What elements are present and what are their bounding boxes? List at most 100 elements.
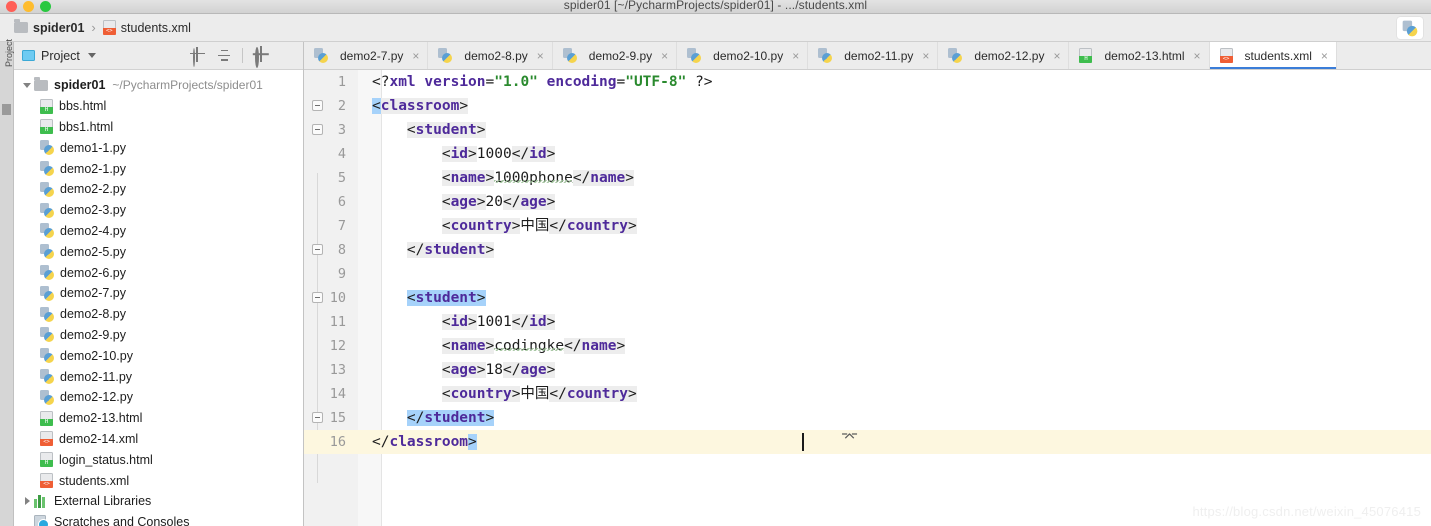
close-icon[interactable]: × bbox=[537, 50, 544, 62]
code-line-text: <student> bbox=[406, 290, 486, 306]
tree-item-demo2-1-py[interactable]: demo2-1.py bbox=[14, 158, 303, 179]
python-icon bbox=[40, 244, 54, 260]
code-line-11[interactable]: 11 <id>1001</id> bbox=[304, 310, 1431, 334]
close-icon[interactable]: × bbox=[1053, 50, 1060, 62]
tree-item-demo1-1-py[interactable]: demo1-1.py bbox=[14, 137, 303, 158]
python-icon bbox=[438, 48, 453, 63]
breadcrumb-project[interactable]: spider01 bbox=[14, 19, 85, 35]
project-panel-header: Project bbox=[14, 42, 303, 70]
tree-item-demo2-3-py[interactable]: demo2-3.py bbox=[14, 200, 303, 221]
tree-item-demo2-11-py[interactable]: demo2-11.py bbox=[14, 366, 303, 387]
structure-tool-marker[interactable] bbox=[2, 104, 11, 115]
close-icon[interactable]: × bbox=[661, 50, 668, 62]
tab-label: students.xml bbox=[1244, 48, 1312, 63]
code-line-7[interactable]: 7 <country>中国</country> bbox=[304, 214, 1431, 238]
tree-item-label: demo2-11.py bbox=[60, 369, 133, 384]
minimize-icon[interactable] bbox=[279, 49, 293, 63]
html-icon bbox=[40, 119, 53, 135]
python-icon bbox=[40, 327, 54, 343]
tree-item-path-hint: ~/PycharmProjects/spider01 bbox=[112, 78, 263, 93]
tab-demo2-8-py[interactable]: demo2-8.py × bbox=[428, 42, 553, 69]
code-line-8[interactable]: 8 </student> bbox=[304, 238, 1431, 262]
code-line-14[interactable]: 14 <country>中国</country> bbox=[304, 382, 1431, 406]
tree-item-demo2-10-py[interactable]: demo2-10.py bbox=[14, 345, 303, 366]
code-line-text: <?xml version="1.0" encoding="UTF-8" ?> bbox=[372, 74, 713, 90]
breadcrumb-project-label: spider01 bbox=[33, 20, 85, 35]
code-line-text: <country>中国</country> bbox=[441, 386, 637, 402]
tree-item-demo2-7-py[interactable]: demo2-7.py bbox=[14, 283, 303, 304]
python-icon bbox=[40, 223, 54, 239]
tab-demo2-12-py[interactable]: demo2-12.py × bbox=[938, 42, 1070, 69]
tree-item-demo2-13-html[interactable]: demo2-13.html bbox=[14, 408, 303, 429]
tree-item-demo2-5-py[interactable]: demo2-5.py bbox=[14, 241, 303, 262]
tab-demo2-13-html[interactable]: demo2-13.html × bbox=[1069, 42, 1210, 69]
code-line-text: </classroom> bbox=[372, 434, 477, 450]
project-panel-title[interactable]: Project bbox=[22, 49, 96, 63]
tree-item-demo2-9-py[interactable]: demo2-9.py bbox=[14, 325, 303, 346]
tree-item-label: demo2-1.py bbox=[60, 161, 127, 176]
tab-demo2-9-py[interactable]: demo2-9.py × bbox=[553, 42, 678, 69]
breadcrumb-file[interactable]: students.xml bbox=[102, 20, 191, 35]
chevron-down-icon[interactable] bbox=[87, 53, 96, 58]
tree-item-spider01[interactable]: spider01 ~/PycharmProjects/spider01 bbox=[14, 75, 303, 96]
tree-item-bbs1-html[interactable]: bbs1.html bbox=[14, 117, 303, 138]
code-line-9[interactable]: 9 bbox=[304, 262, 1431, 286]
tree-item-demo2-6-py[interactable]: demo2-6.py bbox=[14, 262, 303, 283]
tab-label: demo2-13.html bbox=[1104, 48, 1185, 63]
tree-item-demo2-8-py[interactable]: demo2-8.py bbox=[14, 304, 303, 325]
tree-item-demo2-4-py[interactable]: demo2-4.py bbox=[14, 221, 303, 242]
line-number: 6 bbox=[337, 194, 346, 210]
tree-item-students-xml[interactable]: students.xml bbox=[14, 470, 303, 491]
tab-students-xml[interactable]: students.xml × bbox=[1209, 42, 1337, 69]
code-line-12[interactable]: 12 <name>codingke</name> bbox=[304, 334, 1431, 358]
window-title: spider01 [~/PycharmProjects/spider01] - … bbox=[563, 0, 868, 12]
tree-item-label: demo2-8.py bbox=[60, 307, 127, 322]
python-icon bbox=[1402, 20, 1418, 36]
line-number: 14 bbox=[329, 386, 346, 402]
tree-item-label: demo2-2.py bbox=[60, 182, 127, 197]
code-line-6[interactable]: 6 <age>20</age> bbox=[304, 190, 1431, 214]
collapse-all-icon[interactable] bbox=[217, 49, 231, 63]
tree-item-label: External Libraries bbox=[54, 494, 152, 509]
python-icon bbox=[562, 48, 577, 63]
gear-icon[interactable] bbox=[254, 46, 268, 68]
tree-item-login-status-html[interactable]: login_status.html bbox=[14, 449, 303, 470]
code-editor[interactable]: 1 <?xml version="1.0" encoding="UTF-8" ?>… bbox=[304, 70, 1431, 526]
code-line-1[interactable]: 1 <?xml version="1.0" encoding="UTF-8" ?> bbox=[304, 70, 1431, 94]
twisty-expanded-icon[interactable] bbox=[20, 82, 34, 88]
tree-item-external-libraries[interactable]: External Libraries bbox=[14, 491, 303, 512]
close-icon[interactable]: × bbox=[792, 50, 799, 62]
code-line-4[interactable]: 4 <id>1000</id> bbox=[304, 142, 1431, 166]
tree-item-label: demo2-6.py bbox=[60, 265, 127, 280]
folder-icon bbox=[34, 76, 48, 91]
tree-item-demo2-14-xml[interactable]: demo2-14.xml bbox=[14, 429, 303, 450]
line-number: 13 bbox=[329, 362, 346, 378]
line-number: 12 bbox=[329, 338, 346, 354]
code-line-5[interactable]: 5 <name>1000phone</name> bbox=[304, 166, 1431, 190]
code-line-16[interactable]: 16 </classroom> bbox=[304, 430, 1431, 454]
close-icon[interactable]: × bbox=[922, 50, 929, 62]
code-line-3[interactable]: 3 <student> bbox=[304, 118, 1431, 142]
python-icon bbox=[40, 202, 54, 218]
project-icon bbox=[22, 50, 35, 61]
code-line-2[interactable]: 2 <classroom> bbox=[304, 94, 1431, 118]
code-line-15[interactable]: 15 </student> bbox=[304, 406, 1431, 430]
tree-item-demo2-12-py[interactable]: demo2-12.py bbox=[14, 387, 303, 408]
twisty-collapsed-icon[interactable] bbox=[20, 497, 34, 506]
code-line-10[interactable]: 10 <student> bbox=[304, 286, 1431, 310]
close-icon[interactable]: × bbox=[1194, 50, 1201, 62]
tree-item-demo2-2-py[interactable]: demo2-2.py bbox=[14, 179, 303, 200]
tab-demo2-7-py[interactable]: demo2-7.py × bbox=[304, 42, 429, 69]
run-python-button[interactable] bbox=[1397, 17, 1423, 39]
close-icon[interactable]: × bbox=[412, 50, 419, 62]
tree-item-label: demo2-5.py bbox=[60, 244, 127, 259]
tab-demo2-11-py[interactable]: demo2-11.py × bbox=[808, 42, 939, 69]
code-line-text: <name>codingke</name> bbox=[441, 338, 626, 354]
close-icon[interactable]: × bbox=[1321, 50, 1328, 62]
locate-icon[interactable] bbox=[192, 47, 206, 67]
tree-item-scratches-and-consoles[interactable]: Scratches and Consoles bbox=[14, 512, 303, 526]
tab-demo2-10-py[interactable]: demo2-10.py × bbox=[677, 42, 809, 69]
line-number: 10 bbox=[329, 290, 346, 306]
code-line-13[interactable]: 13 <age>18</age> bbox=[304, 358, 1431, 382]
tree-item-bbs-html[interactable]: bbs.html bbox=[14, 96, 303, 117]
